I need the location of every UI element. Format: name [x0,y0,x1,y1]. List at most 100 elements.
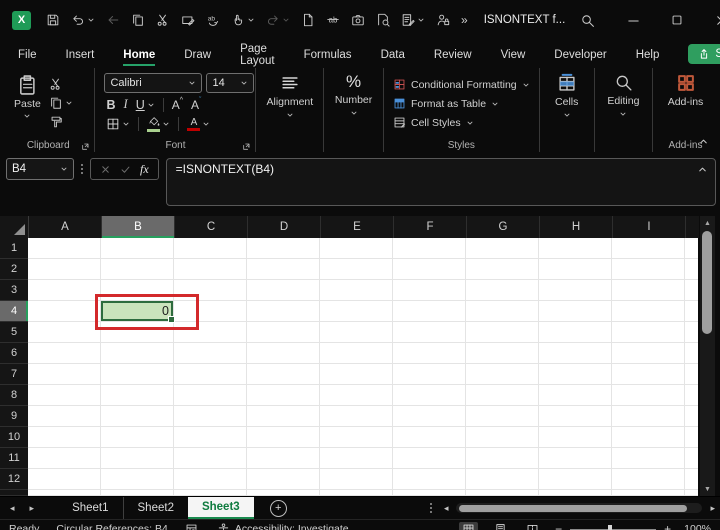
fill-color-button[interactable] [147,116,170,132]
page-layout-view-button[interactable] [491,522,510,530]
normal-view-button[interactable] [459,521,479,530]
back-icon[interactable] [106,13,120,27]
tab-review[interactable]: Review [434,43,472,66]
more-options-icon[interactable] [429,503,432,513]
cell-F1[interactable] [393,238,466,259]
cell-C13[interactable] [174,490,247,496]
tab-view[interactable]: View [501,43,526,66]
cell-H1[interactable] [539,238,612,259]
conditional-formatting-button[interactable]: Conditional Formatting [393,78,530,91]
cell-G10[interactable] [466,427,539,448]
font-name-select[interactable]: Calibri [104,73,203,93]
cell-A3[interactable] [28,280,101,301]
cell-C5[interactable] [174,322,247,343]
cell-D1[interactable] [247,238,320,259]
cell-G3[interactable] [466,280,539,301]
cell-I5[interactable] [612,322,685,343]
row-header-4[interactable]: 4 [0,301,28,322]
cell-A12[interactable] [28,469,101,490]
sheet-tab-sheet1[interactable]: Sheet1 [58,497,122,519]
close-button[interactable] [699,13,720,28]
tab-developer[interactable]: Developer [554,43,606,66]
cell-C10[interactable] [174,427,247,448]
row-header-3[interactable]: 3 [0,280,28,301]
column-header-E[interactable]: E [321,216,394,238]
new-sheet-button[interactable]: + [269,499,287,517]
cell-E1[interactable] [320,238,393,259]
collapse-ribbon-icon[interactable] [698,136,709,147]
zoom-level[interactable]: 100% [684,523,711,530]
cell-G8[interactable] [466,385,539,406]
cell-E2[interactable] [320,259,393,280]
hscroll-right-icon[interactable]: ▸ [710,503,715,514]
cell-H6[interactable] [539,343,612,364]
cell-B10[interactable] [101,427,174,448]
cell-H9[interactable] [539,406,612,427]
cell-F13[interactable] [393,490,466,496]
cancel-icon[interactable] [100,164,111,175]
cell-F7[interactable] [393,364,466,385]
maximize-button[interactable] [655,13,699,27]
cell-C4[interactable] [174,301,247,322]
cell-A4[interactable] [28,301,101,322]
column-header-I[interactable]: I [613,216,686,238]
cell-styles-button[interactable]: Cell Styles [393,116,530,129]
cell-C1[interactable] [174,238,247,259]
row-header-12[interactable]: 12 [0,469,28,490]
cell-I10[interactable] [612,427,685,448]
new-document-icon[interactable] [301,13,315,27]
macro-recording-icon[interactable] [185,523,198,530]
font-dialog-launcher[interactable] [242,142,251,151]
cell-B4[interactable]: 0 [101,301,175,323]
cell-B5[interactable] [101,322,174,343]
tab-formulas[interactable]: Formulas [304,43,352,66]
row-header-6[interactable]: 6 [0,343,28,364]
horizontal-scroll-thumb[interactable] [459,504,688,512]
cell-G13[interactable] [466,490,539,496]
cell-B6[interactable] [101,343,174,364]
cell-G1[interactable] [466,238,539,259]
cell-D6[interactable] [247,343,320,364]
cell-partial[interactable] [685,259,698,280]
cell-H10[interactable] [539,427,612,448]
cell-D11[interactable] [247,448,320,469]
cell-B7[interactable] [101,364,174,385]
cell-A1[interactable] [28,238,101,259]
row-header-1[interactable]: 1 [0,238,28,259]
sheet-tab-sheet2[interactable]: Sheet2 [122,497,188,519]
cell-E6[interactable] [320,343,393,364]
cell-E3[interactable] [320,280,393,301]
cell-F12[interactable] [393,469,466,490]
cell-H12[interactable] [539,469,612,490]
zoom-slider[interactable] [570,524,657,530]
cell-G2[interactable] [466,259,539,280]
cell-I6[interactable] [612,343,685,364]
cell-C8[interactable] [174,385,247,406]
cell-H8[interactable] [539,385,612,406]
cell-F6[interactable] [393,343,466,364]
cell-C12[interactable] [174,469,247,490]
cell-F4[interactable] [393,301,466,322]
undo-icon[interactable] [71,13,95,27]
ink-icon[interactable] [181,13,195,27]
cell-B11[interactable] [101,448,174,469]
find-replace-icon[interactable]: ab [206,13,220,27]
sheet-nav-right-icon[interactable]: ▸ [30,503,35,514]
cell-D9[interactable] [247,406,320,427]
vertical-scrollbar[interactable]: ▲ ▼ [700,216,715,496]
column-header-H[interactable]: H [540,216,613,238]
enter-icon[interactable] [120,164,131,175]
cut-button[interactable] [49,77,73,91]
cell-D4[interactable] [247,301,320,322]
cell-partial[interactable] [685,406,698,427]
cell-A7[interactable] [28,364,101,385]
accessibility-status[interactable]: Accessibility: Investigate [217,523,349,530]
overflow-icon[interactable]: » [461,13,468,27]
tab-home[interactable]: Home [123,43,156,66]
minimize-button[interactable] [611,13,655,28]
bold-button[interactable]: B [106,98,115,112]
cell-H13[interactable] [539,490,612,496]
cell-E7[interactable] [320,364,393,385]
cell-C3[interactable] [174,280,247,301]
cell-D8[interactable] [247,385,320,406]
